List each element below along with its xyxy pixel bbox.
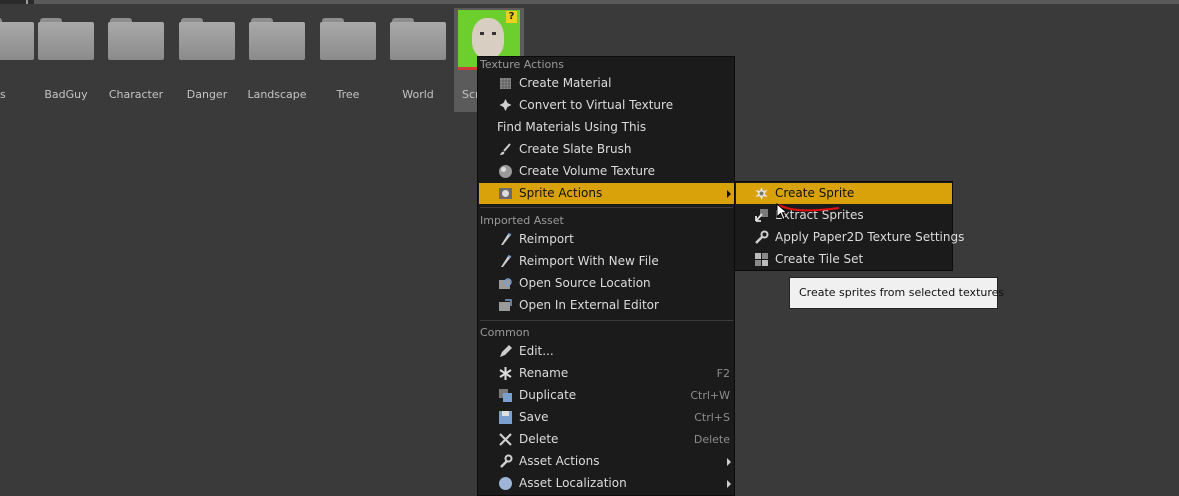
folder-search-icon (499, 278, 512, 289)
separator (480, 320, 733, 321)
pencil-icon (500, 345, 512, 357)
duplicate-icon (499, 389, 512, 402)
external-editor-icon (499, 299, 512, 311)
folder-icon[interactable] (320, 18, 376, 60)
delete-x-icon (499, 433, 512, 446)
submenu-arrow-icon (727, 480, 731, 488)
menu-item-reimport[interactable]: Reimport (479, 229, 734, 250)
menu-item-convert-virtual-texture[interactable]: Convert to Virtual Texture (479, 95, 734, 116)
menu-item-asset-actions[interactable]: Asset Actions (479, 451, 734, 472)
folder-label[interactable]: Landscape (242, 88, 312, 101)
submenu-item-label: Apply Paper2D Texture Settings (775, 230, 965, 244)
menu-item-open-external-editor[interactable]: Open In External Editor (479, 295, 734, 316)
menu-item-rename[interactable]: Rename F2 (479, 363, 734, 384)
reimport-icon (501, 233, 512, 245)
submenu-item-create-tile-set[interactable]: Create Tile Set (736, 249, 952, 270)
menu-item-label: Rename (519, 366, 569, 380)
submenu-item-extract-sprites[interactable]: Extract Sprites (736, 205, 952, 226)
folder-label[interactable]: Danger (172, 88, 242, 101)
globe-icon (499, 477, 512, 490)
shortcut-label: F2 (716, 367, 730, 380)
shortcut-label: Delete (693, 433, 730, 446)
folder-label[interactable]: ies (0, 88, 33, 101)
menu-item-label: Edit... (519, 344, 554, 358)
section-header-common: Common (480, 326, 530, 339)
menu-item-label: Sprite Actions (519, 186, 603, 200)
menu-item-delete[interactable]: Delete Delete (479, 429, 734, 450)
question-badge-icon: ? (506, 11, 517, 23)
shortcut-label: Ctrl+W (690, 389, 730, 402)
menu-item-open-source-location[interactable]: Open Source Location (479, 273, 734, 294)
tooltip-text: Create sprites from selected textures (799, 286, 1005, 299)
submenu-item-label: Create Sprite (775, 186, 855, 200)
menu-item-create-material[interactable]: Create Material (479, 73, 734, 94)
menu-item-label: Find Materials Using This (497, 120, 647, 134)
submenu-item-apply-paper2d[interactable]: Apply Paper2D Texture Settings (736, 227, 964, 248)
menu-item-label: Convert to Virtual Texture (519, 98, 674, 112)
menu-item-reimport-new-file[interactable]: Reimport With New File (479, 251, 734, 272)
tooltip: Create sprites from selected textures (789, 277, 1004, 309)
create-sprite-icon (755, 187, 768, 200)
menu-item-asset-localization[interactable]: Asset Localization (479, 473, 734, 494)
asterisk-icon (499, 367, 512, 380)
scrollbar-track[interactable] (34, 0, 1179, 4)
folder-icon[interactable] (249, 18, 305, 60)
context-menu: Texture Actions Create Material Convert … (477, 56, 735, 496)
menu-item-label: Open In External Editor (519, 298, 659, 312)
virtual-texture-icon (499, 99, 512, 111)
wrench-icon (755, 230, 769, 244)
menu-item-label: Create Volume Texture (519, 164, 656, 178)
menu-item-create-slate-brush[interactable]: Create Slate Brush (479, 139, 734, 160)
menu-item-label: Create Slate Brush (519, 142, 632, 156)
sphere-icon (499, 165, 512, 178)
submenu-arrow-icon (727, 190, 731, 198)
submenu-item-label: Create Tile Set (775, 252, 864, 266)
top-scrollbar[interactable] (0, 0, 1179, 4)
shortcut-label: Ctrl+S (694, 411, 730, 424)
mouse-cursor-icon (776, 203, 789, 221)
section-header-imported-asset: Imported Asset (480, 214, 564, 227)
folder-icon[interactable] (179, 18, 235, 60)
folder-icon[interactable] (108, 18, 164, 60)
folder-label[interactable]: BadGuy (31, 88, 101, 101)
menu-item-sprite-actions[interactable]: Sprite Actions (479, 183, 734, 204)
menu-item-label: Save (519, 410, 549, 424)
extract-sprites-icon (755, 209, 768, 222)
sprite-icon (499, 188, 512, 199)
menu-item-save[interactable]: Save Ctrl+S (479, 407, 734, 428)
folder-icon[interactable] (38, 18, 94, 60)
brush-icon (500, 143, 511, 155)
separator (480, 207, 733, 208)
sprite-actions-submenu: Create Sprite Extract Sprites Apply Pape… (734, 181, 964, 271)
menu-item-edit[interactable]: Edit... (479, 341, 734, 362)
submenu-arrow-icon (727, 458, 731, 466)
submenu-item-create-sprite[interactable]: Create Sprite (736, 183, 952, 204)
menu-item-duplicate[interactable]: Duplicate Ctrl+W (479, 385, 734, 406)
tile-set-icon (755, 253, 768, 266)
menu-item-label: Reimport With New File (519, 254, 659, 268)
section-header-texture-actions: Texture Actions (480, 58, 564, 71)
menu-item-label: Delete (519, 432, 559, 446)
material-grid-icon (500, 78, 511, 89)
folder-label[interactable]: Tree (313, 88, 383, 101)
wrench-icon (500, 454, 513, 468)
menu-item-label: Open Source Location (519, 276, 651, 290)
folder-label[interactable]: Character (101, 88, 171, 101)
scrollbar-tick (26, 0, 28, 4)
menu-item-label: Create Material (519, 76, 612, 90)
menu-item-label: Asset Actions (519, 454, 600, 468)
menu-item-find-materials[interactable]: Find Materials Using This (479, 117, 734, 138)
reimport-icon (501, 255, 512, 267)
folder-icon[interactable] (390, 18, 446, 60)
folder-icon[interactable] (0, 18, 34, 60)
folder-label[interactable]: World (383, 88, 453, 101)
menu-item-label: Reimport (519, 232, 574, 246)
menu-item-label: Duplicate (519, 388, 577, 402)
save-disk-icon (499, 411, 512, 424)
menu-item-create-volume-texture[interactable]: Create Volume Texture (479, 161, 734, 182)
